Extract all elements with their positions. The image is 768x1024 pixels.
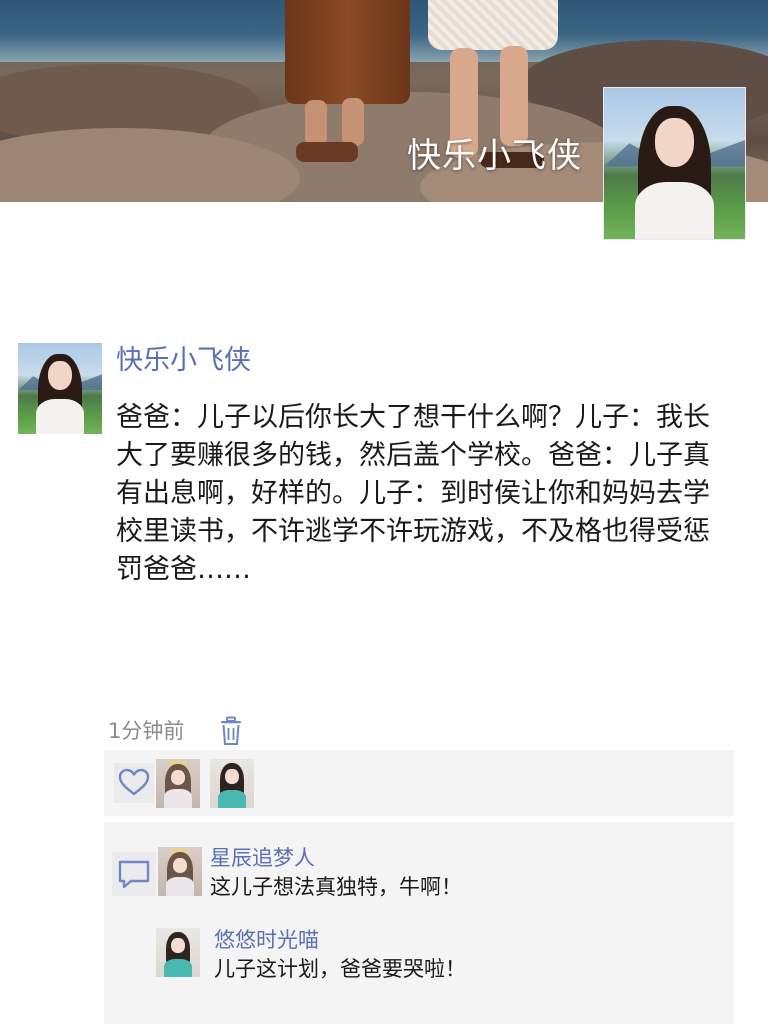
comment-bubble-icon <box>118 860 150 889</box>
comment-author-name[interactable]: 星辰追梦人 <box>210 844 315 872</box>
heart-outline-icon <box>118 768 150 796</box>
cover-child-leg <box>500 46 528 146</box>
comments-section: 星辰追梦人 这儿子想法真独特，牛啊！ 悠悠时光喵 儿子这计划，爸爸要哭啦！ <box>104 822 734 1024</box>
comment-button[interactable] <box>112 852 156 896</box>
post-author-name[interactable]: 快乐小飞侠 <box>116 343 251 379</box>
trash-icon[interactable] <box>219 716 243 746</box>
profile-name: 快乐小飞侠 <box>407 136 582 176</box>
profile-avatar[interactable] <box>603 87 746 240</box>
liker-avatar[interactable] <box>156 759 200 808</box>
cover-figure-leg <box>342 98 364 146</box>
like-button[interactable] <box>114 763 154 803</box>
post-author-avatar[interactable] <box>18 343 102 434</box>
cover-figure-dress <box>285 0 410 104</box>
post-timestamp: 1分钟前 <box>108 719 185 743</box>
liker-avatar[interactable] <box>210 759 254 808</box>
comment-author-avatar[interactable] <box>156 928 200 977</box>
comment-author-name[interactable]: 悠悠时光喵 <box>214 926 319 954</box>
comment-text: 儿子这计划，爸爸要哭啦！ <box>214 957 466 981</box>
cover-figure-sandal <box>296 142 358 162</box>
comment-author-avatar[interactable] <box>158 847 202 896</box>
post-text: 爸爸：儿子以后你长大了想干什么啊？儿子：我长大了要赚很多的钱，然后盖个学校。爸爸… <box>116 402 710 585</box>
cover-child-dress <box>428 0 558 50</box>
comment-text: 这儿子想法真独特，牛啊！ <box>210 875 462 899</box>
likes-bar <box>104 750 734 816</box>
cover-figure-leg <box>305 100 327 146</box>
